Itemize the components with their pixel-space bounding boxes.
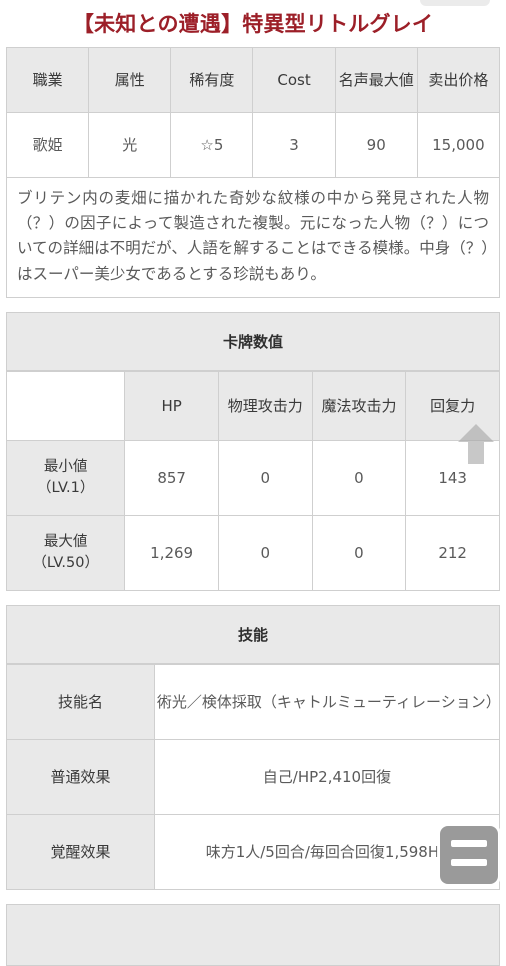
skill-key-name: 技能名	[6, 663, 155, 740]
stats-min-hp: 857	[124, 439, 219, 516]
stats-min-patk: 0	[217, 439, 313, 516]
stats-row-label-max: 最大値 （LV.50）	[5, 514, 126, 591]
table-row-values: 歌姫 光 ☆5 3 90 15,000	[5, 112, 501, 179]
stats-max-patk: 0	[217, 514, 313, 591]
profile-table: 職業 属性 稀有度 Cost 名声最大値 卖出价格 歌姫 光 ☆5 3 90 1…	[5, 47, 501, 179]
stats-row-label-max-line1: 最大値	[43, 534, 88, 551]
profile-value-sell: 15,000	[416, 112, 501, 179]
profile-header-job: 職業	[5, 47, 90, 114]
stats-max-matk: 0	[311, 514, 407, 591]
skill-table: 技能名 術光／検体採取（キャトルミューティレーション） 普通效果 自己/HP2,…	[6, 663, 501, 890]
skill-key-awaken-effect: 覚醒效果	[6, 813, 155, 890]
stats-max-hp: 1,269	[124, 514, 219, 591]
arrow-up-icon	[454, 420, 498, 466]
stats-header-blank	[5, 370, 126, 441]
stats-section: 卡牌数值 HP 物理攻击力 魔法攻击力 回复力 最小値 （LV.1） 857 0…	[5, 311, 500, 591]
table-row: 技能名 術光／検体採取（キャトルミューティレーション）	[6, 663, 501, 740]
stats-row-label-min: 最小値 （LV.1）	[5, 439, 126, 516]
stats-min-matk: 0	[311, 439, 407, 516]
stats-section-heading: 卡牌数值	[6, 311, 500, 371]
profile-value-fame-max: 90	[334, 112, 418, 179]
card-description: ブリテン内の麦畑に描かれた奇妙な紋様の中から発見された人物（？）の因子によって製…	[6, 178, 500, 298]
skill-section-heading: 技能	[6, 604, 500, 664]
table-row-headers: HP 物理攻击力 魔法攻击力 回复力	[5, 370, 500, 441]
table-row: 覚醒效果 味方1人/5回合/毎回合回復1,598HP	[6, 813, 501, 890]
menu-button[interactable]	[440, 826, 498, 884]
page-title: 【未知との遭遇】特異型リトルグレイ	[72, 12, 434, 36]
profile-header-rarity: 稀有度	[170, 47, 254, 114]
scroll-to-top-button[interactable]	[454, 420, 498, 466]
profile-header-element: 属性	[88, 47, 172, 114]
stats-max-heal: 212	[405, 514, 500, 591]
table-row: 最小値 （LV.1） 857 0 0 143	[5, 439, 500, 516]
table-row: 普通效果 自己/HP2,410回復	[6, 738, 501, 815]
profile-header-sell: 卖出价格	[416, 47, 501, 114]
stats-header-hp: HP	[124, 370, 219, 441]
skill-section: 技能 技能名 術光／検体採取（キャトルミューティレーション） 普通效果 自己/H…	[6, 604, 501, 890]
stats-table: HP 物理攻击力 魔法攻击力 回复力 最小値 （LV.1） 857 0 0 14…	[5, 370, 500, 591]
status-chip	[420, 0, 490, 6]
table-row: 最大値 （LV.50） 1,269 0 0 212	[5, 514, 500, 591]
skill-key-normal-effect: 普通效果	[6, 738, 155, 815]
card-detail-page: 【未知との遭遇】特異型リトルグレイ 職業 属性 稀有度 Cost 名声最大値 卖…	[0, 0, 506, 966]
stats-header-patk: 物理攻击力	[217, 370, 313, 441]
profile-value-job: 歌姫	[5, 112, 90, 179]
stats-row-label-min-line2: （LV.1）	[36, 479, 95, 496]
next-section-placeholder	[6, 903, 500, 966]
skill-value-normal-effect: 自己/HP2,410回復	[153, 738, 501, 815]
profile-value-cost: 3	[252, 112, 336, 179]
profile-header-cost: Cost	[252, 47, 336, 114]
profile-value-element: 光	[88, 112, 172, 179]
skill-value-name: 術光／検体採取（キャトルミューティレーション）	[153, 663, 501, 740]
profile-value-rarity: ☆5	[170, 112, 254, 179]
profile-header-fame-max: 名声最大値	[334, 47, 418, 114]
stats-header-matk: 魔法攻击力	[311, 370, 407, 441]
table-row-headers: 職業 属性 稀有度 Cost 名声最大値 卖出价格	[5, 47, 501, 114]
stats-row-label-max-line2: （LV.50）	[32, 554, 99, 571]
stats-row-label-min-line1: 最小値	[43, 459, 88, 476]
